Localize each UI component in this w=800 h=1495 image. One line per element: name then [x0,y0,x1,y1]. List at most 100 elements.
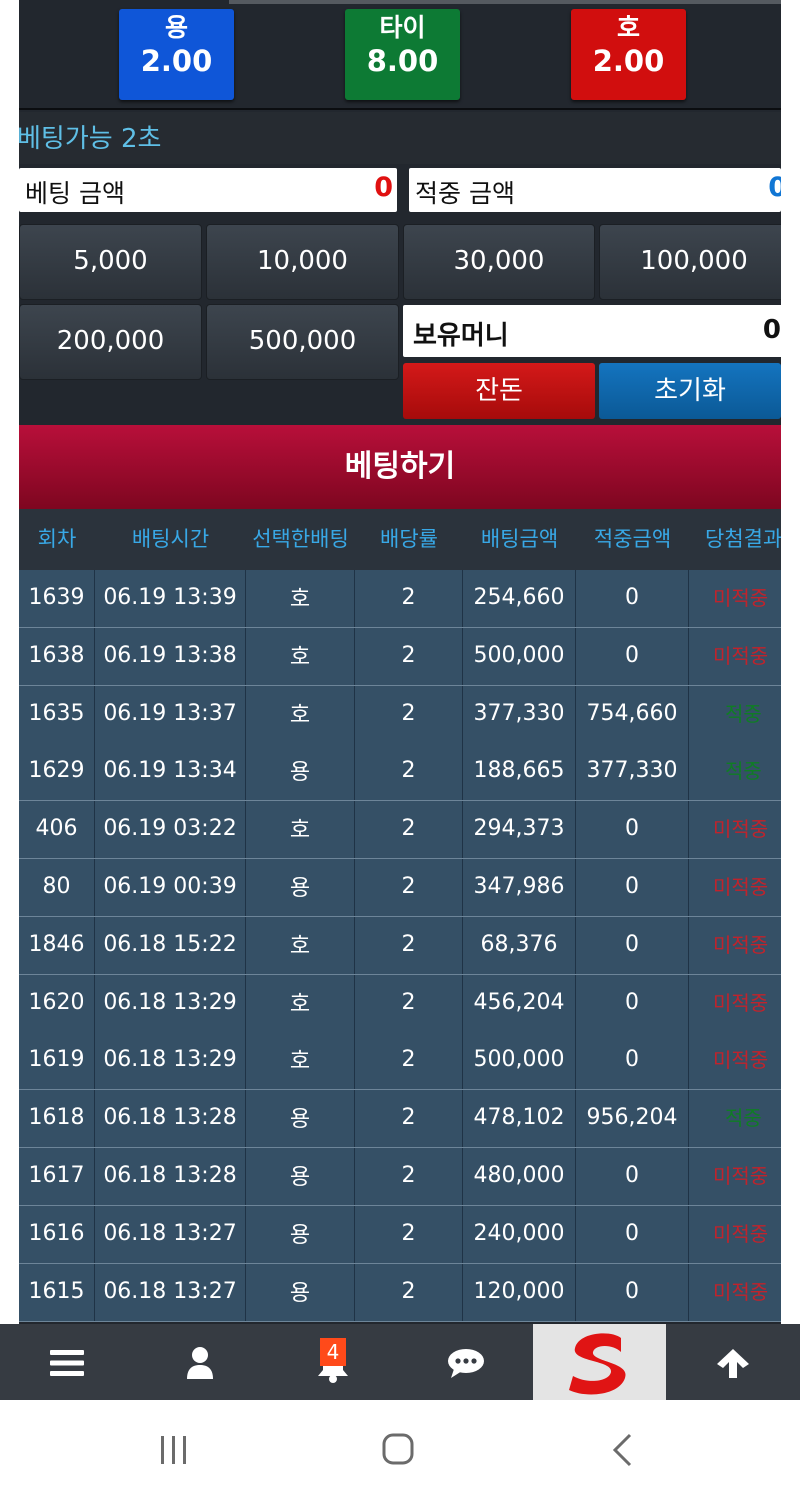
table-row: 1616 06.18 13:27 용 2 240,000 0 미적중 [19,1205,781,1264]
cell-round: 406 [19,801,95,859]
cell-result: 적중 [725,701,762,726]
cell-bet-amount: 500,000 [463,627,576,685]
home-icon[interactable] [381,1432,415,1466]
cell-odds: 2 [355,1090,463,1148]
cell-odds: 2 [355,685,463,743]
odds-value: 8.00 [366,44,439,78]
col-hit-amount: 적중금액 [593,527,672,551]
cell-round: 1616 [19,1205,95,1263]
scroll-top-button[interactable] [666,1324,799,1400]
chip-500000-button[interactable]: 500,000 [206,304,399,380]
table-row: 1615 06.18 13:27 용 2 120,000 0 미적중 [19,1263,781,1322]
cell-bet-amount: 68,376 [463,916,576,974]
cell-bet-time: 06.18 13:27 [95,1263,246,1321]
odds-tie-button[interactable]: 타이 8.00 [345,9,460,100]
holding-money-value: 0 [762,315,781,345]
divider [19,108,781,110]
bet-amount-label: 베팅 금액 [25,179,125,208]
cell-bet-amount: 120,000 [463,1263,576,1321]
cell-hit-amount: 0 [576,1032,689,1090]
table-row: 1617 06.18 13:28 용 2 480,000 0 미적중 [19,1148,781,1206]
chip-30000-button[interactable]: 30,000 [403,224,595,300]
cell-bet-time: 06.19 13:37 [95,685,246,743]
cell-result: 미적중 [713,932,769,957]
back-icon[interactable] [610,1432,634,1468]
cell-selected-bet: 호 [246,570,355,627]
cell-bet-time: 06.18 13:29 [95,974,246,1032]
odds-label: 타이 [379,13,426,42]
user-button[interactable] [133,1324,266,1400]
cell-hit-amount: 0 [576,916,689,974]
chat-button[interactable] [399,1324,532,1400]
s-logo-icon [569,1333,626,1395]
cell-result: 미적중 [713,1279,769,1304]
chip-100000-button[interactable]: 100,000 [599,224,781,300]
cell-result: 미적중 [713,817,769,842]
cell-hit-amount: 0 [576,801,689,859]
cell-hit-amount: 0 [576,974,689,1032]
cell-round: 1639 [19,570,95,627]
cell-selected-bet: 용 [246,1090,355,1148]
cell-hit-amount: 377,330 [576,743,689,801]
bet-amount-value: 0 [374,172,393,203]
col-odds: 배당률 [380,527,438,551]
betting-timer-text: 베팅가능 2초 [19,124,162,154]
cell-bet-time: 06.18 13:29 [95,1032,246,1090]
cell-odds: 2 [355,859,463,916]
col-bet-amount: 배팅금액 [480,527,559,551]
cell-round: 1629 [19,743,95,801]
cell-result: 미적중 [713,643,769,668]
system-nav-bar [0,1402,800,1495]
cell-selected-bet: 호 [246,627,355,685]
table-row: 1618 06.18 13:28 용 2 478,102 956,204 적중 [19,1090,781,1149]
cell-bet-time: 06.18 15:22 [95,916,246,974]
odds-label: 호 [616,13,640,42]
cell-hit-amount: 956,204 [576,1090,689,1148]
place-bet-button[interactable]: 베팅하기 [19,425,781,509]
menu-button[interactable] [0,1324,133,1400]
table-row: 1846 06.18 15:22 호 2 68,376 0 미적중 [19,916,781,975]
odds-tiger-button[interactable]: 호 2.00 [571,9,686,100]
chip-5000-button[interactable]: 5,000 [19,224,202,300]
user-icon [186,1347,213,1379]
bet-amount-box: 베팅 금액 0 [19,168,397,212]
cell-bet-time: 06.19 13:39 [95,570,246,627]
cell-round: 1635 [19,685,95,743]
cell-selected-bet: 용 [246,859,355,916]
cell-selected-bet: 호 [246,685,355,743]
cell-selected-bet: 호 [246,974,355,1032]
cell-odds: 2 [355,916,463,974]
odds-value: 2.00 [140,44,213,78]
cell-result: 미적중 [713,586,769,610]
chat-icon [447,1349,484,1378]
chip-200000-button[interactable]: 200,000 [19,304,202,380]
change-button[interactable]: 잔돈 [403,363,595,419]
cell-odds: 2 [355,627,463,685]
cell-bet-amount: 480,000 [463,1148,576,1205]
logo-button[interactable] [533,1324,666,1400]
cell-bet-time: 06.18 13:27 [95,1205,246,1263]
cell-bet-time: 06.18 13:28 [95,1090,246,1148]
hit-amount-box: 적중 금액 0 [409,168,781,212]
cell-round: 80 [19,859,95,916]
recents-icon[interactable] [158,1434,190,1466]
table-row: 1639 06.19 13:39 호 2 254,660 0 미적중 [19,570,781,628]
col-round: 회차 [37,527,77,551]
cell-round: 1846 [19,916,95,974]
table-row: 1620 06.18 13:29 호 2 456,204 0 미적중 [19,974,781,1033]
cell-hit-amount: 0 [576,1205,689,1263]
cell-hit-amount: 0 [576,1263,689,1321]
notification-count-badge: 4 [320,1338,346,1366]
chip-10000-button[interactable]: 10,000 [206,224,399,300]
top-progress-bar [229,0,781,4]
reset-button[interactable]: 초기화 [599,363,781,419]
table-row: 1638 06.19 13:38 호 2 500,000 0 미적중 [19,627,781,686]
cell-result: 적중 [725,759,762,784]
odds-dragon-button[interactable]: 용 2.00 [119,9,234,100]
cell-round: 1620 [19,974,95,1032]
cell-bet-amount: 188,665 [463,743,576,801]
cell-bet-amount: 377,330 [463,685,576,743]
bottom-nav-bar [0,1324,800,1400]
table-row: 1629 06.19 13:34 용 2 188,665 377,330 적중 [19,743,781,802]
cell-selected-bet: 호 [246,1032,355,1090]
